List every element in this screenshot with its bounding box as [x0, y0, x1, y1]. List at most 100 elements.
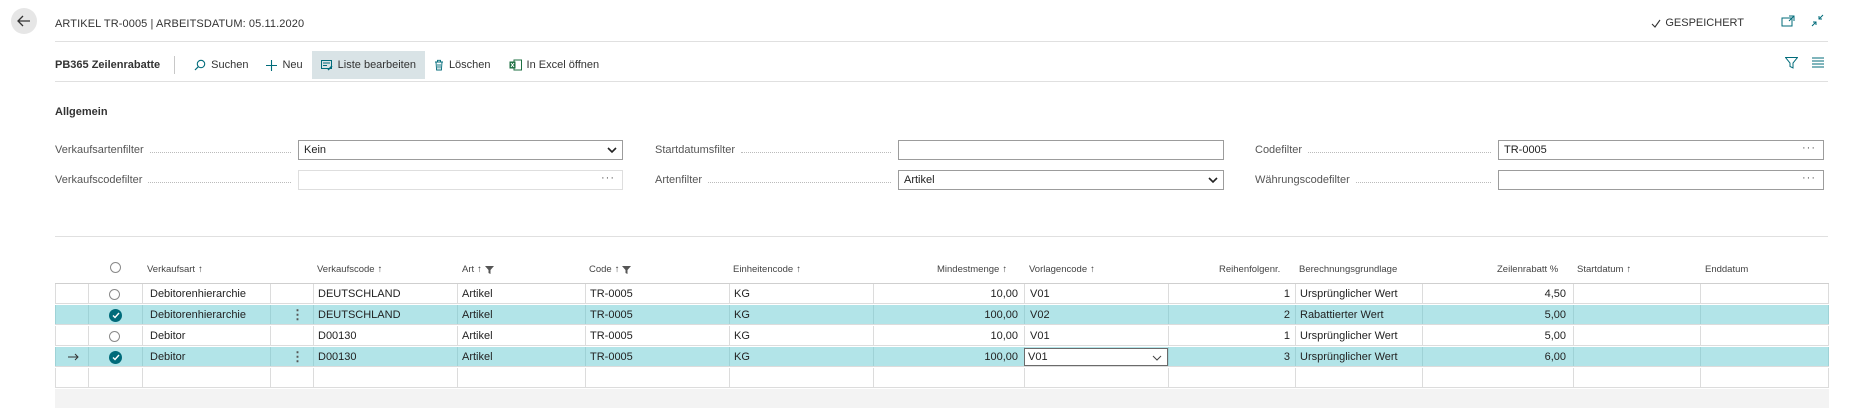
column-header-reihenfolge[interactable]: Reihenfolgenr. [1219, 264, 1280, 275]
plus-icon [266, 59, 278, 71]
cell-vorlagencode[interactable]: V01 [1030, 326, 1165, 346]
cell-berechnung[interactable]: Ursprünglicher Wert [1300, 326, 1418, 346]
lookup-ellipsis-icon[interactable]: ··· [1802, 142, 1816, 154]
cell-mindestmenge[interactable]: 100,00 [880, 347, 1018, 367]
cell-einheitencode[interactable]: KG [734, 326, 869, 346]
cell-einheitencode[interactable]: KG [734, 305, 869, 325]
open-in-excel-button[interactable]: In Excel öffnen [500, 51, 609, 79]
column-header-verkaufsart[interactable]: Verkaufsart ↑ [147, 264, 203, 275]
edit-list-button[interactable]: Liste bearbeiten [311, 51, 425, 79]
open-new-window-icon[interactable] [1781, 15, 1795, 27]
cell-zeilenrabatt[interactable]: 5,00 [1428, 326, 1566, 346]
cell-verkaufsart[interactable]: Debitorenhierarchie [150, 305, 265, 325]
cell-verkaufsart[interactable]: Debitor [150, 347, 265, 367]
grid-column-line [88, 305, 89, 324]
column-header-enddatum[interactable]: Enddatum [1705, 264, 1748, 275]
column-header-zeilenrabatt[interactable]: Zeilenrabatt % [1497, 264, 1558, 275]
column-header-art[interactable]: Art ↑ [462, 264, 494, 275]
select-all-radio[interactable] [110, 262, 121, 273]
sort-arrow-icon: ↑ [377, 264, 383, 275]
cell-verkaufsart[interactable]: Debitor [150, 326, 265, 346]
table-row[interactable]: Debitor D00130 Artikel TR-0005 KG 10,00 V01 1 Ur… [55, 326, 1829, 346]
cell-mindestmenge[interactable]: 10,00 [880, 326, 1018, 346]
row-select-radio[interactable] [109, 284, 125, 304]
grid-column-line [142, 284, 143, 303]
cell-berechnung[interactable]: Rabattierter Wert [1300, 305, 1418, 325]
cell-zeilenrabatt[interactable]: 6,00 [1428, 347, 1566, 367]
column-header-code[interactable]: Code ↑ [589, 264, 632, 275]
currency-code-filter-input[interactable]: ··· [1498, 170, 1824, 190]
cell-mindestmenge[interactable]: 10,00 [880, 284, 1018, 304]
grid-column-line [1168, 347, 1169, 366]
list-view-icon[interactable] [1812, 57, 1824, 68]
cell-startdatum[interactable] [1578, 305, 1696, 325]
search-button[interactable]: Suchen [185, 51, 257, 79]
cell-reihenfolge[interactable]: 3 [1175, 347, 1290, 367]
delete-button[interactable]: Löschen [425, 51, 500, 79]
row-selected-check[interactable] [109, 347, 125, 367]
cell-verkaufsart[interactable]: Debitorenhierarchie [150, 284, 265, 304]
column-header-einheitencode[interactable]: Einheitencode ↑ [733, 264, 801, 275]
grid-column-line [873, 284, 874, 303]
start-date-filter-input[interactable] [898, 140, 1224, 160]
cell-einheitencode[interactable]: KG [734, 347, 869, 367]
cell-vorlagencode[interactable]: V02 [1030, 305, 1165, 325]
type-filter-select[interactable]: Artikel [898, 170, 1224, 190]
cell-enddatum[interactable] [1705, 284, 1823, 304]
table-row-empty[interactable] [55, 368, 1829, 388]
table-row[interactable]: Debitorenhierarchie DEUTSCHLAND Artikel TR-… [55, 284, 1829, 304]
cell-art[interactable]: Artikel [462, 284, 582, 304]
row-actions-menu-icon[interactable]: ⋮ [291, 305, 304, 325]
cell-code[interactable]: TR-0005 [590, 347, 725, 367]
cell-art[interactable]: Artikel [462, 305, 582, 325]
column-header-berechnung[interactable]: Berechnungsgrundlage [1299, 264, 1397, 275]
cell-einheitencode[interactable]: KG [734, 284, 869, 304]
cell-reihenfolge[interactable]: 1 [1175, 326, 1290, 346]
cell-zeilenrabatt[interactable]: 5,00 [1428, 305, 1566, 325]
lookup-ellipsis-icon[interactable]: ··· [601, 172, 615, 184]
cell-startdatum[interactable] [1578, 347, 1696, 367]
cell-verkaufscode[interactable]: DEUTSCHLAND [318, 284, 453, 304]
column-header-mindestmenge[interactable]: Mindestmenge ↑ [937, 264, 1007, 275]
row-select-radio[interactable] [109, 326, 125, 346]
cell-startdatum[interactable] [1578, 284, 1696, 304]
cell-reihenfolge[interactable]: 1 [1175, 284, 1290, 304]
cell-verkaufscode[interactable]: D00130 [318, 347, 453, 367]
cell-art[interactable]: Artikel [462, 326, 582, 346]
new-button[interactable]: Neu [257, 51, 311, 79]
sales-code-filter-input[interactable]: ··· [298, 170, 623, 190]
cell-vorlagencode[interactable]: V01 [1024, 348, 1168, 366]
cell-art[interactable]: Artikel [462, 347, 582, 367]
cell-mindestmenge[interactable]: 100,00 [880, 305, 1018, 325]
cell-enddatum[interactable] [1705, 305, 1823, 325]
cell-vorlagencode[interactable]: V01 [1030, 284, 1165, 304]
collapse-icon[interactable] [1811, 14, 1824, 27]
cell-enddatum[interactable] [1705, 326, 1823, 346]
back-button[interactable] [11, 8, 37, 34]
table-row[interactable]: ⋮ Debitor D00130 Artikel TR-0005 KG 100,00 V01 3… [55, 347, 1829, 367]
cell-enddatum[interactable] [1705, 347, 1823, 367]
table-row[interactable]: ⋮ Debitorenhierarchie DEUTSCHLAND Artikel TR… [55, 305, 1829, 325]
cell-code[interactable]: TR-0005 [590, 305, 725, 325]
sales-type-filter-select[interactable]: Kein [298, 140, 623, 160]
cell-code[interactable]: TR-0005 [590, 284, 725, 304]
grid-column-line [270, 284, 271, 303]
cell-reihenfolge[interactable]: 2 [1175, 305, 1290, 325]
cell-verkaufscode[interactable]: DEUTSCHLAND [318, 305, 453, 325]
cell-zeilenrabatt[interactable]: 4,50 [1428, 284, 1566, 304]
row-actions-menu-icon[interactable]: ⋮ [291, 347, 304, 367]
cell-berechnung[interactable]: Ursprünglicher Wert [1300, 347, 1418, 367]
row-selected-check[interactable] [109, 305, 125, 325]
cell-code[interactable]: TR-0005 [590, 326, 725, 346]
cell-startdatum[interactable] [1578, 326, 1696, 346]
code-filter-input[interactable]: TR-0005 ··· [1498, 140, 1824, 160]
lookup-ellipsis-icon[interactable]: ··· [1802, 172, 1816, 184]
column-header-verkaufscode[interactable]: Verkaufscode ↑ [317, 264, 382, 275]
cell-verkaufscode[interactable]: D00130 [318, 326, 453, 346]
chevron-down-icon[interactable] [1152, 354, 1162, 362]
column-header-startdatum[interactable]: Startdatum ↑ [1577, 264, 1631, 275]
column-header-vorlagencode[interactable]: Vorlagencode ↑ [1029, 264, 1095, 275]
cell-berechnung[interactable]: Ursprünglicher Wert [1300, 284, 1418, 304]
filter-icon[interactable] [1785, 57, 1798, 69]
sort-arrow-icon: ↑ [198, 264, 203, 275]
